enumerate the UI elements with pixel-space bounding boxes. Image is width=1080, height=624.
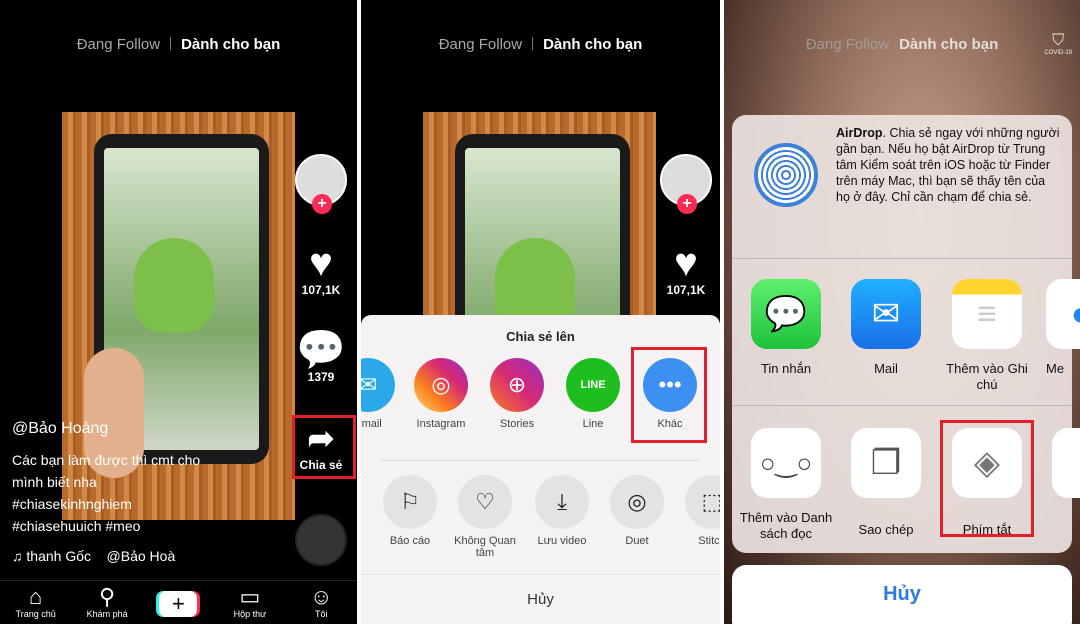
nav-inbox[interactable]: ▭ Hộp thư xyxy=(220,581,280,624)
share-sheet: Chia sẻ lên ✉Email ◎Instagram ⊕Stories L… xyxy=(361,315,720,624)
share-email[interactable]: ✉Email xyxy=(361,358,403,430)
feed-tabs: Đang Follow Dành cho bạn xyxy=(724,36,1080,53)
music-note-icon: ♫ xyxy=(12,548,27,564)
airdrop-icon[interactable] xyxy=(754,143,818,207)
action-save-video[interactable]: ⤓ Lưu video xyxy=(527,475,597,547)
app-mail[interactable]: ✉ Mail xyxy=(838,279,934,377)
tab-for-you[interactable]: Dành cho bạn xyxy=(181,36,280,53)
comment-button[interactable]: 💬 1379 xyxy=(293,330,349,384)
app-messages[interactable]: 💬 Tin nhắn xyxy=(738,279,834,377)
music-info[interactable]: ♫ thanh Gốc @Bảo Hoà xyxy=(12,545,175,567)
tab-for-you[interactable]: Dành cho bạn xyxy=(543,36,642,53)
mail-icon: ✉ xyxy=(851,279,921,349)
app-notes[interactable]: ≡ Thêm vào Ghi chú xyxy=(940,279,1034,393)
share-stories[interactable]: ⊕ Stories xyxy=(482,358,552,430)
action-more[interactable] xyxy=(1052,428,1080,498)
cancel-button[interactable]: Hủy xyxy=(732,565,1072,624)
highlight-box xyxy=(631,347,707,443)
tiktok-feed-screen: Đang Follow Dành cho bạn + ♥ 107,1K 💬 1379 … xyxy=(0,0,357,624)
share-line[interactable]: LINE Line xyxy=(558,358,628,430)
nav-discover[interactable]: ⚲ Khám phá xyxy=(77,581,137,624)
inbox-icon: ▭ xyxy=(239,584,261,609)
shield-icon: ⛉ xyxy=(1052,32,1065,49)
instagram-icon: ◎ xyxy=(414,358,468,412)
music-disc[interactable] xyxy=(293,514,349,566)
tab-following[interactable]: Đang Follow xyxy=(806,36,889,53)
cancel-button[interactable]: Hủy xyxy=(361,574,720,624)
tab-following[interactable]: Đang Follow xyxy=(439,36,522,53)
tiktok-share-sheet-screen: Đang Follow Dành cho bạn + ♥ 107,1K Chia s… xyxy=(361,0,720,624)
broken-heart-icon: ♡ xyxy=(458,475,512,529)
flag-icon: ⚐ xyxy=(383,475,437,529)
follow-plus-icon[interactable]: + xyxy=(312,194,332,214)
messages-icon: 💬 xyxy=(751,279,821,349)
caption: Các bạn làm được thì cmt cho mình biết nh… xyxy=(12,452,201,534)
bottom-nav: ⌂ Trang chủ ⚲ Khám phá + ▭ Hộp thư ☺ Tôi xyxy=(0,580,357,624)
like-button[interactable]: ♥ 107,1K xyxy=(293,243,349,297)
tab-for-you[interactable]: Dành cho bạn xyxy=(899,36,998,53)
airdrop-description: AirDrop. Chia sẻ ngay với những người gầ… xyxy=(836,126,1060,204)
ios-share-sheet-screen: Đang Follow Dành cho bạn ⛉ COVID-19 AirDro… xyxy=(724,0,1080,624)
comment-icon: 💬 xyxy=(296,328,346,372)
nav-profile[interactable]: ☺ Tôi xyxy=(291,581,351,624)
home-icon: ⌂ xyxy=(29,584,43,609)
heart-icon: ♥ xyxy=(674,241,698,285)
tab-following[interactable]: Đang Follow xyxy=(77,36,160,53)
add-icon: + xyxy=(159,591,198,617)
stitch-icon: ⬚ xyxy=(685,475,720,529)
feed-tabs: Đang Follow Dành cho bạn xyxy=(0,36,357,53)
search-icon: ⚲ xyxy=(99,584,116,609)
sheet-title: Chia sẻ lên xyxy=(506,329,575,344)
heart-icon: ♥ xyxy=(309,241,333,285)
bear-figure xyxy=(134,238,214,333)
highlight-box xyxy=(292,415,356,479)
follow-plus-icon: + xyxy=(677,194,697,214)
like-button[interactable]: ♥ 107,1K xyxy=(658,243,714,297)
action-reading-list[interactable]: ○‿○ Thêm vào Danh sách đọc xyxy=(738,428,834,542)
share-instagram[interactable]: ◎ Instagram xyxy=(406,358,476,430)
glasses-icon: ○‿○ xyxy=(751,428,821,498)
nav-home[interactable]: ⌂ Trang chủ xyxy=(6,581,66,624)
copy-icon: ❐ xyxy=(851,428,921,498)
creator-avatar[interactable]: + xyxy=(293,154,349,214)
action-report[interactable]: ⚐ Báo cáo xyxy=(375,475,445,547)
like-count: 107,1K xyxy=(301,283,341,297)
action-not-interested[interactable]: ♡ Không Quan tâm xyxy=(451,475,519,559)
notes-icon: ≡ xyxy=(952,279,1022,349)
nav-add[interactable]: + xyxy=(148,581,208,624)
line-icon: LINE xyxy=(566,358,620,412)
app-messenger[interactable]: ●Me xyxy=(1046,279,1080,377)
username[interactable]: @Bảo Hoàng xyxy=(12,418,108,440)
highlight-box xyxy=(940,420,1034,537)
duet-icon: ◎ xyxy=(610,475,664,529)
action-duet[interactable]: ◎ Duet xyxy=(602,475,672,547)
creator-avatar[interactable]: + xyxy=(658,154,714,214)
action-stitch[interactable]: ⬚Stitch xyxy=(677,475,720,547)
comment-count: 1379 xyxy=(307,370,335,384)
covid-button[interactable]: ⛉ COVID-19 xyxy=(1044,32,1072,56)
ios-share-sheet: AirDrop. Chia sẻ ngay với những người gầ… xyxy=(732,115,1080,553)
action-copy[interactable]: ❐ Sao chép xyxy=(838,428,934,550)
stories-icon: ⊕ xyxy=(490,358,544,412)
messenger-icon: ● xyxy=(1046,279,1080,349)
feed-tabs: Đang Follow Dành cho bạn xyxy=(361,36,720,53)
profile-icon: ☺ xyxy=(310,584,333,609)
email-icon: ✉ xyxy=(361,358,395,412)
download-icon: ⤓ xyxy=(535,475,589,529)
